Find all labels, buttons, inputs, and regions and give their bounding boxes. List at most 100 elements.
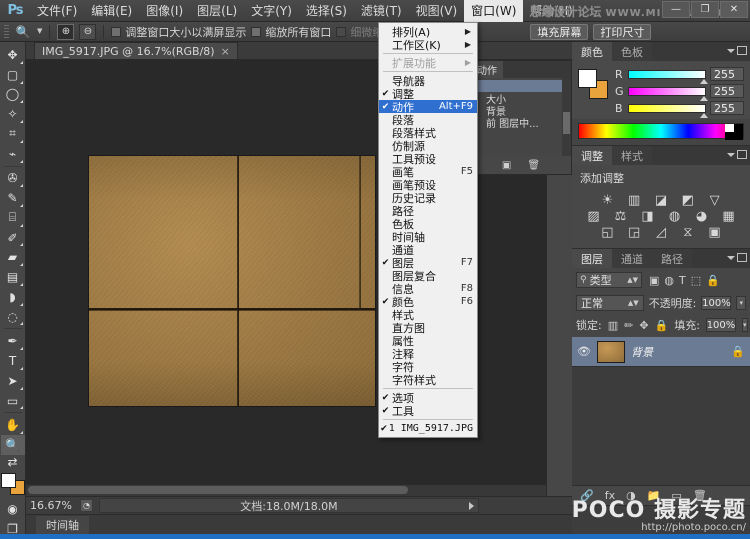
menu-select[interactable]: 选择(S) [299,0,354,22]
r-slider-track[interactable] [628,70,706,79]
new-layer-icon[interactable]: ▭ [671,489,681,502]
menu-item-character-styles[interactable]: 字符样式 [379,373,477,386]
adjustments-panel-menu-button[interactable] [727,150,747,159]
g-value-field[interactable]: 255 [710,84,744,98]
gradient-tool[interactable]: ▤ [1,267,25,287]
spot-healing-brush-tool[interactable]: ✇ [1,168,25,188]
brush-tool[interactable]: ✎ [1,188,25,208]
panel-menu-icon[interactable] [737,253,747,262]
color-balance-icon[interactable]: ⚖ [612,208,630,224]
document-info-field[interactable]: 文档:18.0M/18.0M [99,498,479,513]
filter-type-icon[interactable]: T [679,274,686,287]
chevron-down-icon[interactable] [727,256,735,260]
layer-style-fx-icon[interactable]: fx [605,489,615,502]
menu-file[interactable]: 文件(F) [30,0,84,22]
zoom-out-button[interactable]: ⊖ [79,24,96,40]
lock-position-icon[interactable]: ✥ [639,319,648,332]
opacity-stepper[interactable]: ▾ [736,296,746,310]
chevron-updown-icon[interactable]: ▲▼ [628,300,639,307]
zoom-all-windows-checkbox[interactable]: 缩放所有窗口 [251,24,331,40]
color-spectrum-ramp[interactable] [578,123,744,139]
filter-smart-object-icon[interactable]: 🔒 [706,274,720,287]
fill-stepper[interactable]: ▾ [742,318,748,332]
delete-action-icon[interactable]: 🗑 [527,160,540,171]
levels-icon[interactable]: ▥ [625,192,643,208]
print-size-button[interactable]: 打印尺寸 [593,24,651,40]
tab-paths[interactable]: 路径 [652,249,692,268]
layers-list[interactable]: 👁 背景 🔒 [572,337,750,485]
lock-image-pixels-icon[interactable]: ✏ [624,319,633,332]
panel-menu-icon[interactable] [737,150,747,159]
foreground-color-swatch[interactable] [578,69,597,88]
opacity-field[interactable]: 100% [701,296,731,310]
tab-timeline[interactable]: 时间轴 [36,516,89,534]
blur-tool[interactable]: ◗ [1,287,25,307]
menu-window[interactable]: 窗口(W) [464,0,523,22]
foreground-color-swatch[interactable] [1,473,16,488]
posterize-icon[interactable]: ◲ [625,224,643,240]
resize-windows-checkbox-box[interactable] [111,27,121,37]
b-slider-track[interactable] [628,104,706,113]
menu-filter[interactable]: 滤镜(T) [354,0,409,22]
layers-panel-menu-button[interactable] [727,253,747,262]
chevron-down-icon[interactable] [727,153,735,157]
channel-mixer-icon[interactable]: ◕ [693,208,711,224]
new-group-icon[interactable]: 📁 [647,489,661,502]
menu-item-tools[interactable]: ✔ 工具 [379,404,477,417]
canvas-horizontal-scrollbar[interactable] [26,484,560,496]
layer-thumbnail[interactable] [597,341,625,363]
threshold-icon[interactable]: ◿ [652,224,670,240]
document-tab[interactable]: IMG_5917.JPG @ 16.7%(RGB/8) × [34,42,238,59]
zoom-tool-icon[interactable]: 🔍 [14,24,32,40]
rectangle-tool[interactable]: ▭ [1,391,25,411]
filter-adjustment-icon[interactable]: ◍ [664,274,674,287]
tab-channels[interactable]: 通道 [612,249,652,268]
chevron-down-icon[interactable] [727,49,735,53]
window-menu-dropdown[interactable]: 排列(A) ▶ 工作区(K) ▶ 扩展功能 ▶ 导航器 ✔ 调整 ✔ 动作 A [378,22,478,438]
white-swatch[interactable] [725,124,734,132]
fit-screen-button[interactable]: 填充屏幕 [530,24,588,40]
lock-all-icon[interactable]: 🔒 [655,319,669,332]
selective-color-icon[interactable]: ⧖ [679,224,697,240]
black-swatch[interactable] [734,124,743,140]
menu-item-document-1[interactable]: ✔ 1 IMG_5917.JPG [379,422,477,435]
b-value-field[interactable]: 255 [710,101,744,115]
vibrance-icon[interactable]: ▽ [706,192,724,208]
color-slider-r[interactable]: R 255 [615,67,744,81]
black-swatch-lower[interactable] [725,132,734,140]
eyedropper-tool[interactable]: ⌁ [1,144,25,164]
hand-tool[interactable]: ✋ [1,415,25,435]
menu-help[interactable]: 帮助(H) [523,0,579,22]
pen-tool[interactable]: ✒ [1,331,25,351]
quick-selection-tool[interactable]: ✧ [1,104,25,124]
move-tool[interactable]: ✥ [1,45,25,65]
actions-scrollbar[interactable] [562,78,571,156]
curves-icon[interactable]: ◪ [652,192,670,208]
photo-filter-icon[interactable]: ◍ [666,208,684,224]
g-slider-track[interactable] [628,87,706,96]
chevron-updown-icon[interactable]: ▲▼ [627,277,638,284]
close-button[interactable]: ✕ [720,1,748,18]
action-row[interactable]: 前 图层中... [474,116,568,128]
clone-stamp-tool[interactable]: ⌸ [1,208,25,228]
document-image[interactable] [89,156,375,406]
actions-list[interactable]: 大小 背景 前 图层中... [471,78,571,156]
tab-styles[interactable]: 样式 [612,146,652,165]
chevron-right-icon[interactable] [469,502,474,510]
menu-view[interactable]: 视图(V) [409,0,465,22]
tab-color[interactable]: 颜色 [572,42,612,61]
layer-filter-kind-select[interactable]: ⚲ 类型 ▲▼ [576,272,642,288]
blend-mode-select[interactable]: 正常 ▲▼ [576,295,644,311]
lasso-tool[interactable]: ◯ [1,85,25,105]
color-lookup-icon[interactable]: ▦ [720,208,738,224]
canvas-horizontal-scroll-thumb[interactable] [28,486,408,494]
invert-icon[interactable]: ◱ [598,224,616,240]
restore-button[interactable]: ❐ [691,1,719,18]
crop-tool[interactable]: ⌗ [1,124,25,144]
zoom-level-field[interactable]: 16.67% [30,499,74,512]
layer-name[interactable]: 背景 [631,344,725,360]
path-selection-tool[interactable]: ➤ [1,371,25,391]
dodge-tool[interactable]: ◌ [1,307,25,327]
filter-shape-icon[interactable]: ⬚ [691,274,701,287]
add-layer-mask-icon[interactable]: ◑ [626,489,636,502]
